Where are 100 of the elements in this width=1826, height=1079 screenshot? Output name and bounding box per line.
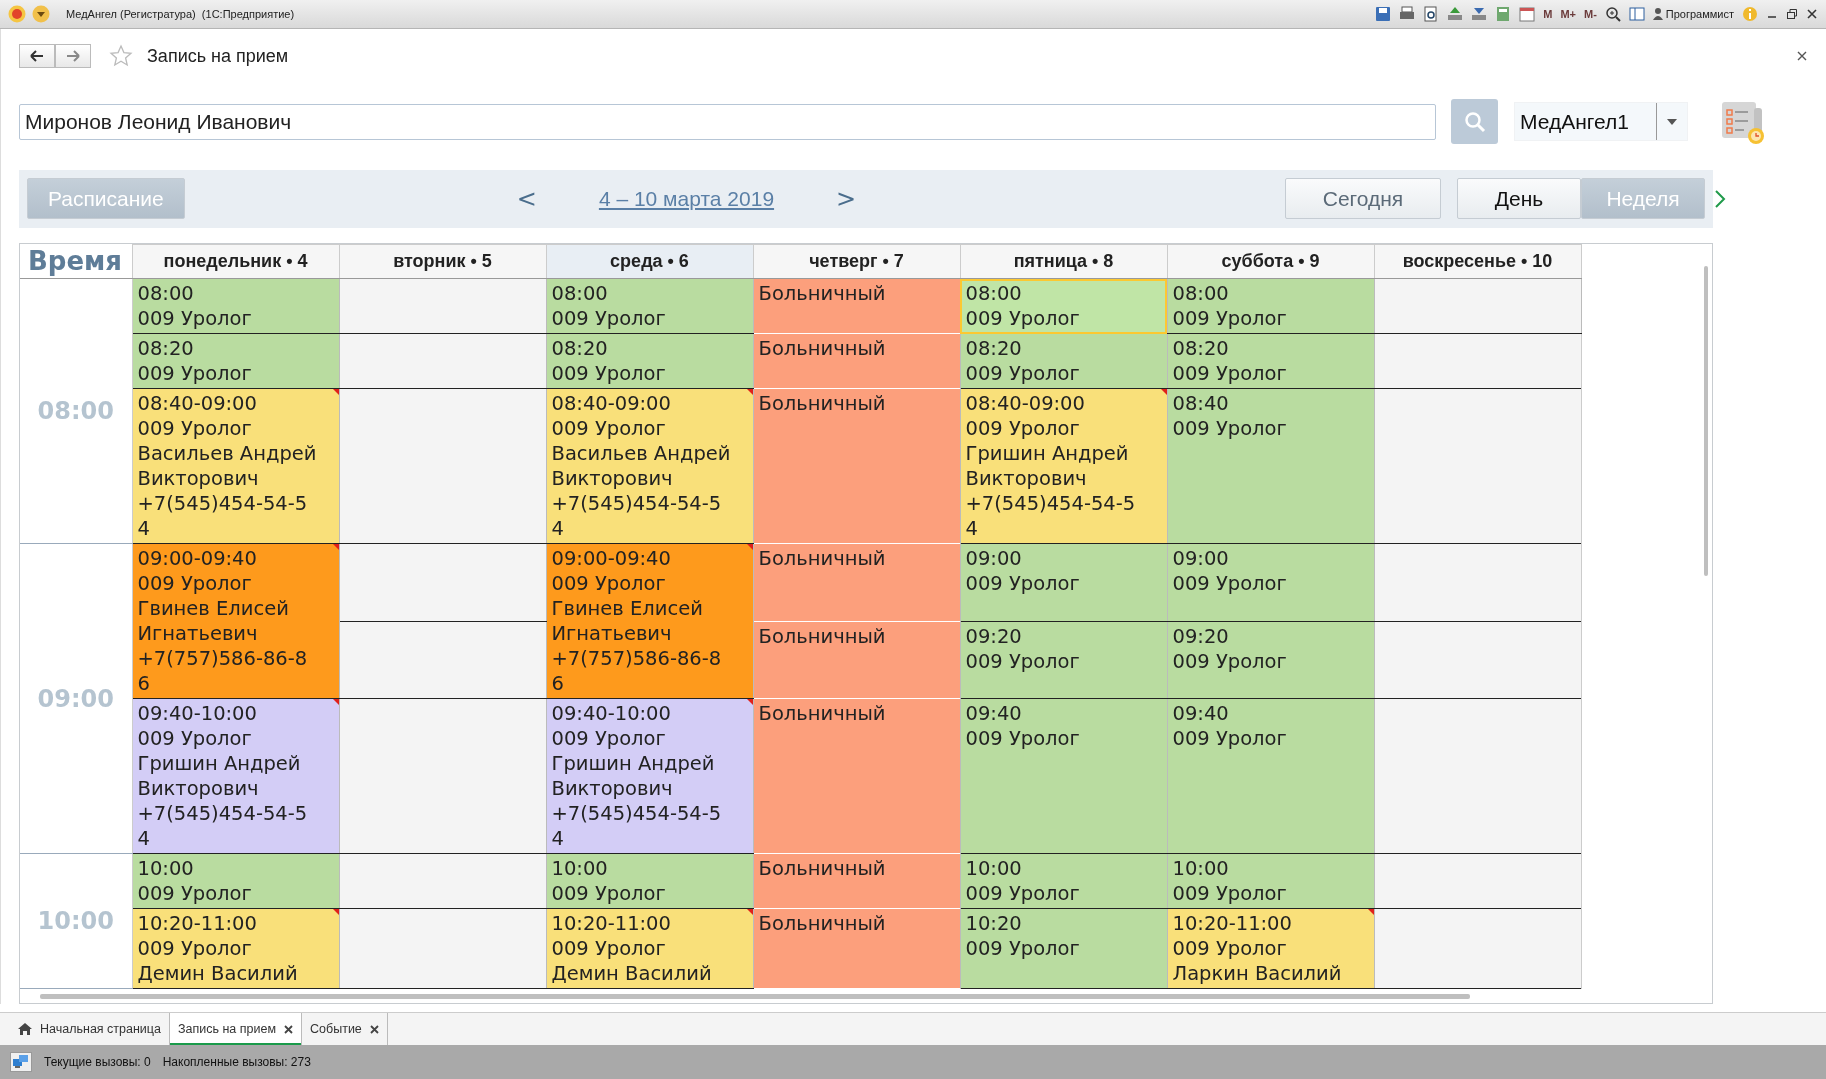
connection-button[interactable]: [10, 1052, 32, 1072]
slot-text: 08:20 009 Уролог: [551, 336, 667, 386]
panel-icon[interactable]: [1628, 6, 1645, 22]
calculator-icon[interactable]: [1495, 6, 1512, 22]
slot-text: Больничный: [758, 623, 887, 649]
appointment-slot[interactable]: 09:40 009 Уролог: [1167, 698, 1374, 854]
today-button[interactable]: Сегодня: [1285, 178, 1441, 219]
next-week-button[interactable]: >: [834, 184, 859, 213]
chevron-right-icon[interactable]: [1713, 188, 1727, 209]
empty-slot[interactable]: [339, 621, 546, 699]
appointment-slot[interactable]: 10:20-11:00 009 Уролог Ларкин Василий: [1167, 908, 1374, 989]
back-button[interactable]: [19, 44, 55, 69]
appointment-slot[interactable]: 09:20 009 Уролог: [1167, 621, 1374, 699]
appointment-slot[interactable]: 10:20-11:00 009 Уролог Демин Василий: [132, 908, 339, 989]
user-name[interactable]: Программист: [1665, 8, 1734, 20]
hour-label: 10:00: [37, 907, 114, 935]
appointment-slot[interactable]: 08:20 009 Уролог: [960, 333, 1167, 389]
slot-text: 10:00 009 Уролог: [137, 856, 253, 906]
slot-text: 09:40 009 Уролог: [1172, 701, 1288, 751]
appointment-slot[interactable]: 08:40 009 Уролог: [1167, 388, 1374, 544]
view-tab[interactable]: День: [1457, 178, 1581, 219]
previous-week-button[interactable]: <: [514, 184, 539, 213]
calendar-icon[interactable]: [1519, 6, 1536, 22]
appointment-slot[interactable]: 10:20 009 Уролог: [960, 908, 1167, 989]
slot-text: 10:20-11:00 009 Уролог Ларкин Василий: [1172, 911, 1343, 986]
appointment-slot[interactable]: 09:40 009 Уролог: [960, 698, 1167, 854]
day-header: суббота • 9: [1167, 244, 1374, 279]
appointment-slot[interactable]: 09:40-10:00 009 Уролог Гришин Андрей Викторович +7(545)454-54-5 4: [132, 698, 339, 854]
slot-text: 08:00 009 Уролог: [551, 281, 667, 331]
appointment-slot[interactable]: 09:00 009 Уролог: [960, 543, 1167, 621]
download-icon[interactable]: [1471, 6, 1488, 22]
slot-text: Больничный: [758, 391, 887, 416]
close-icon[interactable]: [284, 1024, 294, 1034]
tab-label: Начальная страница: [40, 1022, 161, 1036]
appointment-slot[interactable]: 10:20-11:00 009 Уролог Демин Василий: [546, 908, 753, 989]
app-logo-icon[interactable]: [8, 5, 26, 23]
close-icon[interactable]: [1806, 8, 1818, 20]
appointment-slot[interactable]: 08:00 009 Уролог: [132, 278, 339, 334]
day-header: понедельник • 4: [132, 244, 339, 279]
close-icon[interactable]: [1796, 50, 1808, 63]
appointment-slot[interactable]: 08:00 009 Уролог: [546, 278, 753, 334]
form-title: Запись на прием: [147, 45, 289, 67]
absence-slot[interactable]: Больничный: [753, 278, 960, 334]
absence-slot[interactable]: Больничный: [753, 543, 960, 621]
tab-label: Запись на прием: [177, 1022, 277, 1036]
page-tab[interactable]: Запись на прием: [169, 1013, 303, 1045]
home-icon: [18, 1023, 32, 1035]
absence-slot[interactable]: Больничный: [753, 698, 960, 854]
appointment-slot[interactable]: 09:20 009 Уролог: [960, 621, 1167, 699]
appointment-slot[interactable]: 08:40-09:00 009 Уролог Васильев Андрей Викторович +7(545)454-54-5 4: [132, 388, 339, 544]
slot-text: Больничный: [758, 546, 887, 571]
absence-slot[interactable]: Больничный: [753, 908, 960, 989]
period-link[interactable]: 4 – 10 марта 2019: [598, 186, 775, 211]
search-icon: [1463, 110, 1486, 133]
absence-slot[interactable]: Больничный: [753, 621, 960, 699]
slot-text: 08:20 009 Уролог: [1172, 336, 1288, 386]
star-icon[interactable]: [109, 44, 133, 69]
tab-label: Событие: [310, 1022, 362, 1036]
appointment-slot[interactable]: 08:00 009 Уролог: [960, 278, 1167, 334]
appointment-slot[interactable]: 10:00 009 Уролог: [546, 853, 753, 909]
print-icon[interactable]: [1399, 6, 1416, 22]
clinic-dropdown[interactable]: МедАнгел1: [1514, 102, 1688, 141]
slot-text: 10:20-11:00 009 Уролог Демин Василий: [137, 911, 299, 986]
appointment-slot[interactable]: 09:00-09:40 009 Уролог Гвинев Елисей Игнатьевич +7(757)586-86-8 6: [546, 543, 753, 699]
day-header: воскресенье • 10: [1374, 244, 1581, 279]
appointment-slot[interactable]: 10:00 009 Уролог: [960, 853, 1167, 909]
close-icon[interactable]: [369, 1024, 379, 1034]
appointment-slot[interactable]: 09:00-09:40 009 Уролог Гвинев Елисей Игнатьевич +7(757)586-86-8 6: [132, 543, 339, 699]
upload-icon[interactable]: [1447, 6, 1464, 22]
save-icon[interactable]: [1375, 6, 1392, 22]
arrow-right-icon: [66, 50, 80, 63]
time-column-header: Время: [28, 246, 122, 276]
appointment-slot[interactable]: 08:20 009 Уролог: [1167, 333, 1374, 389]
zoom-icon[interactable]: [1604, 6, 1621, 22]
slot-text: 09:40-10:00 009 Уролог Гришин Андрей Викторович +7(545)454-54-5 4: [551, 701, 723, 851]
absence-slot[interactable]: Больничный: [753, 333, 960, 389]
memory-button[interactable]: M+: [1560, 8, 1576, 20]
slot-text: 08:20 009 Уролог: [965, 336, 1081, 386]
absence-slot[interactable]: Больничный: [753, 388, 960, 544]
absence-slot[interactable]: Больничный: [753, 853, 960, 909]
slot-text: 10:00 009 Уролог: [551, 856, 667, 906]
appointment-slot[interactable]: 08:20 009 Уролог: [132, 333, 339, 389]
slot-text: 09:00 009 Уролог: [965, 546, 1081, 596]
slot-text: 08:20 009 Уролог: [137, 336, 253, 386]
appointment-slot[interactable]: 08:00 009 Уролог: [1167, 278, 1374, 334]
appointment-slot[interactable]: 08:40-09:00 009 Уролог Гришин Андрей Викторович +7(545)454-54-5 4: [960, 388, 1167, 544]
slot-text: 08:00 009 Уролог: [965, 281, 1081, 331]
appointment-slot[interactable]: 09:40-10:00 009 Уролог Гришин Андрей Викторович +7(545)454-54-5 4: [546, 698, 753, 854]
restore-icon[interactable]: [1786, 8, 1798, 20]
appointment-slot[interactable]: 08:20 009 Уролог: [546, 333, 753, 389]
preview-icon[interactable]: [1423, 6, 1440, 22]
appointment-slot[interactable]: 10:00 009 Уролог: [132, 853, 339, 909]
slot-text: 08:40-09:00 009 Уролог Гришин Андрей Викторович +7(545)454-54-5 4: [965, 391, 1137, 541]
menu-icon[interactable]: [32, 5, 50, 23]
memory-button[interactable]: M: [1543, 8, 1553, 20]
appointment-slot[interactable]: 08:40-09:00 009 Уролог Васильев Андрей Викторович +7(545)454-54-5 4: [546, 388, 753, 544]
appointment-slot[interactable]: 10:00 009 Уролог: [1167, 853, 1374, 909]
memory-button[interactable]: M-: [1583, 8, 1597, 20]
search-field[interactable]: Миронов Леонид Иванович: [19, 103, 1436, 140]
appointment-slot[interactable]: 09:00 009 Уролог: [1167, 543, 1374, 621]
